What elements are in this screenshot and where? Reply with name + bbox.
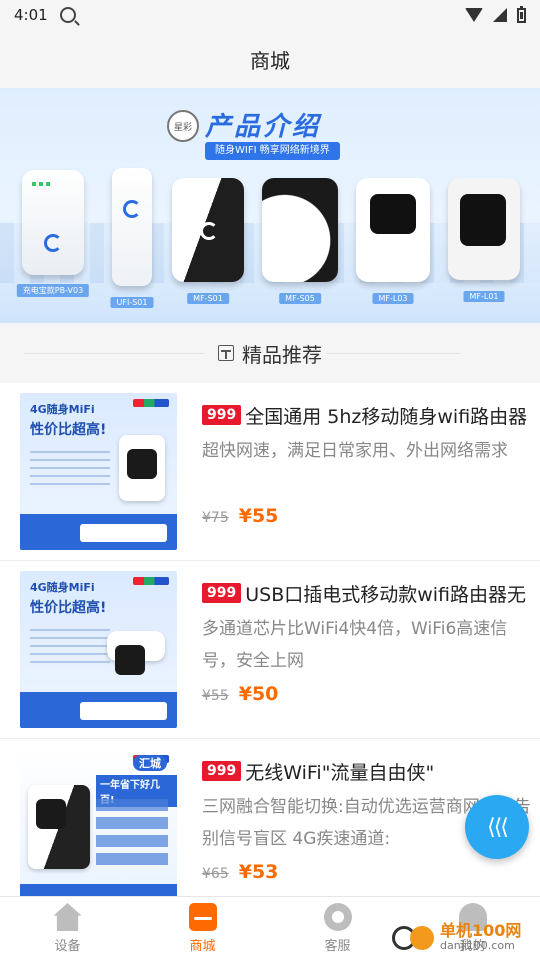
thumb-details <box>30 629 110 669</box>
thumb-badge <box>80 702 167 720</box>
led-indicator <box>32 182 52 186</box>
brand-logo: 星彩 <box>167 110 199 142</box>
tab-service[interactable]: 客服 <box>270 897 405 960</box>
device-screen <box>370 194 416 234</box>
device-image <box>28 785 90 869</box>
price-tag-badge: 999 <box>202 405 242 425</box>
thumb-details <box>96 799 168 871</box>
page-title: 商城 <box>250 48 290 73</box>
thumb-badge <box>80 524 167 542</box>
sale-price: ¥50 <box>238 683 279 705</box>
search-icon <box>59 7 76 23</box>
watermark-logo <box>392 922 434 954</box>
sale-price: ¥55 <box>238 505 279 527</box>
thumb-headline: 4G随身MiFi <box>30 403 95 416</box>
watermark-name: 单机100网 <box>440 921 522 940</box>
tab-label: 商城 <box>189 939 216 954</box>
original-price: ¥55 <box>202 688 229 704</box>
thumb-slogan: 汇城 <box>133 755 167 771</box>
device-screen <box>460 194 506 246</box>
section-title: 精品推荐 <box>242 342 322 367</box>
site-watermark: 单机100网 danji100.com <box>392 916 540 960</box>
banner-subtitle: 随身WIFI 畅享网络新境界 <box>205 142 340 160</box>
floating-menu-button[interactable]: ⟨⟨⟨ <box>465 795 529 859</box>
banner-product-1: 充电宝款PB-V03 <box>16 170 90 297</box>
brand-mark-icon <box>123 200 141 218</box>
home-icon <box>53 903 82 931</box>
product-description: 多通道芯片比WiFi4快4倍，WiFi6高速信号，安全上网 <box>202 619 508 671</box>
product-caption: MF-L01 <box>463 291 505 302</box>
status-icons <box>465 5 526 23</box>
product-thumbnail: 4G随身MiFi 性价比超高! <box>20 393 177 550</box>
tab-device[interactable]: 设备 <box>0 897 135 960</box>
shop-icon <box>188 903 217 931</box>
product-caption: 充电宝款PB-V03 <box>16 284 90 297</box>
product-caption: MF-S05 <box>279 293 321 304</box>
device-image <box>119 435 165 501</box>
carrier-logos <box>133 577 169 585</box>
wifi-icon <box>465 8 483 22</box>
product-title: 无线WiFi"流量自由侠" <box>245 761 435 784</box>
product-thumbnail: 4G随身MiFi 性价比超高! <box>20 571 177 728</box>
thumb-details <box>30 451 110 491</box>
original-price: ¥65 <box>202 866 229 882</box>
status-bar: 4:01 <box>0 0 540 30</box>
product-caption: UFI-S01 <box>110 297 154 308</box>
watermark-url: danji100.com <box>440 939 515 952</box>
banner-product-3: MF-S01 <box>172 178 244 304</box>
status-time: 4:01 <box>14 6 48 24</box>
banner-product-6: MF-L01 <box>448 178 520 302</box>
carrier-logos <box>133 399 169 407</box>
tab-label: 客服 <box>324 939 351 954</box>
product-card[interactable]: 4G随身MiFi 性价比超高! 999 全国通用 5hz移动随身wifi路由器 … <box>0 383 540 561</box>
product-list: 4G随身MiFi 性价比超高! 999 全国通用 5hz移动随身wifi路由器 … <box>0 383 540 917</box>
divider <box>24 353 204 354</box>
device-image <box>107 631 165 675</box>
battery-icon <box>517 5 526 23</box>
product-title: USB口插电式移动款wifi路由器无 <box>245 583 527 606</box>
banner-product-2: UFI-S01 <box>110 168 154 308</box>
thumb-slogan: 性价比超高! <box>30 600 107 616</box>
product-caption: MF-S01 <box>187 293 229 304</box>
product-thumbnail: 一年省下好几百! 汇城 <box>20 749 177 906</box>
brand-mark-icon <box>44 234 62 252</box>
product-description: 超快网速，满足日常家用、外出网络需求 <box>202 441 508 461</box>
promo-banner[interactable]: 星彩 产品介绍 随身WIFI 畅享网络新境界 充电宝款PB-V03 UFI-S0… <box>0 88 540 323</box>
page-header: 商城 <box>0 30 540 88</box>
price-tag-badge: 999 <box>202 583 242 603</box>
banner-title: 产品介绍 <box>205 112 322 142</box>
section-header: 精品推荐 <box>0 323 540 383</box>
banner-product-5: MF-L03 <box>356 178 430 304</box>
tab-label: 设备 <box>54 939 81 954</box>
banner-product-4: MF-S05 <box>262 178 338 304</box>
brand-mark-icon <box>200 222 218 240</box>
sale-price: ¥53 <box>238 861 279 883</box>
price-tag-badge: 999 <box>202 761 242 781</box>
product-card[interactable]: 一年省下好几百! 汇城 999 无线WiFi"流量自由侠" 三网融合智能切换:自… <box>0 739 540 917</box>
product-caption: MF-L03 <box>372 293 414 304</box>
service-icon <box>323 903 352 931</box>
thumb-headline: 4G随身MiFi <box>30 581 95 594</box>
chevrons-left-icon: ⟨⟨⟨ <box>487 814 509 840</box>
signal-icon <box>493 8 507 22</box>
product-card[interactable]: 4G随身MiFi 性价比超高! 999 USB口插电式移动款wifi路由器无 多… <box>0 561 540 739</box>
tab-shop[interactable]: 商城 <box>135 897 270 960</box>
product-title: 全国通用 5hz移动随身wifi路由器 <box>245 405 528 428</box>
gift-icon <box>218 345 234 361</box>
thumb-slogan: 性价比超高! <box>30 422 107 438</box>
original-price: ¥75 <box>202 510 229 526</box>
